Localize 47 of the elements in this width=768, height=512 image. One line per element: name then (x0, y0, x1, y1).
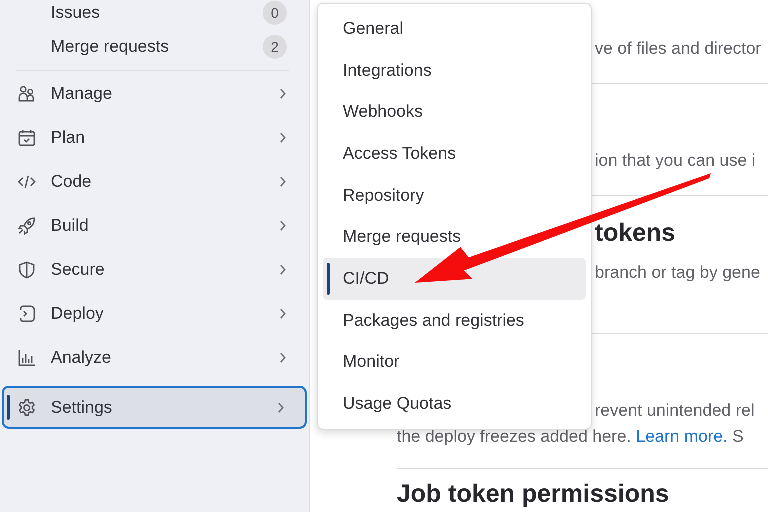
chevron-right-icon (277, 402, 285, 414)
sidebar-item[interactable]: Analyze (2, 336, 307, 380)
sidebar-item[interactable]: Build (2, 204, 307, 248)
chevron-right-icon (279, 264, 287, 276)
section-heading: tokens (595, 218, 676, 248)
chevron-right-icon (279, 308, 287, 320)
active-indicator (327, 263, 330, 295)
rocket-icon (18, 217, 36, 235)
active-indicator (7, 395, 10, 420)
sidebar-item[interactable]: Secure (2, 248, 307, 292)
chevron-right-icon (279, 88, 287, 100)
sidebar-item[interactable]: Deploy (2, 292, 307, 336)
count-badge: 0 (263, 0, 287, 24)
shield-icon (18, 261, 36, 279)
chevron-right-icon (279, 176, 287, 188)
chevron-right-icon (279, 220, 287, 232)
people-icon (18, 85, 36, 103)
menu-item[interactable]: Repository (323, 174, 586, 217)
menu-item[interactable]: CI/CD (323, 258, 586, 300)
code-icon (18, 173, 36, 191)
section-description: revent unintended rel (595, 400, 755, 422)
sidebar-item[interactable]: Issues 0 (2, 0, 307, 25)
chart-icon (18, 349, 36, 367)
menu-item[interactable]: Monitor (323, 342, 586, 384)
sidebar-item[interactable]: Merge requests 2 (2, 25, 307, 69)
menu-item[interactable]: Merge requests (323, 216, 586, 258)
count-badge: 2 (263, 35, 287, 59)
section-description: branch or tag by gene (595, 262, 760, 284)
sidebar-item[interactable]: Plan (2, 116, 307, 160)
chevron-right-icon (279, 352, 287, 364)
menu-item[interactable]: Integrations (323, 50, 586, 92)
deploy-icon (18, 305, 36, 323)
sidebar-item[interactable]: Code (2, 160, 307, 204)
section-description: ve of files and director (595, 38, 762, 60)
menu-item[interactable]: General (323, 8, 586, 50)
menu-item[interactable]: Usage Quotas (323, 383, 586, 426)
calendar-icon (18, 129, 36, 147)
menu-item[interactable]: Access Tokens (323, 133, 586, 175)
settings-icon (18, 398, 36, 416)
learn-more-link[interactable]: Learn more. (636, 427, 728, 446)
section-description: ion that you can use i (595, 150, 756, 172)
sidebar-item[interactable]: Manage (2, 72, 307, 116)
section-heading: Job token permissions (397, 480, 670, 508)
menu-item[interactable]: Packages and registries (323, 300, 586, 342)
chevron-right-icon (279, 132, 287, 144)
sidebar-item[interactable]: Settings (2, 386, 307, 429)
menu-item[interactable]: Webhooks (323, 91, 586, 134)
